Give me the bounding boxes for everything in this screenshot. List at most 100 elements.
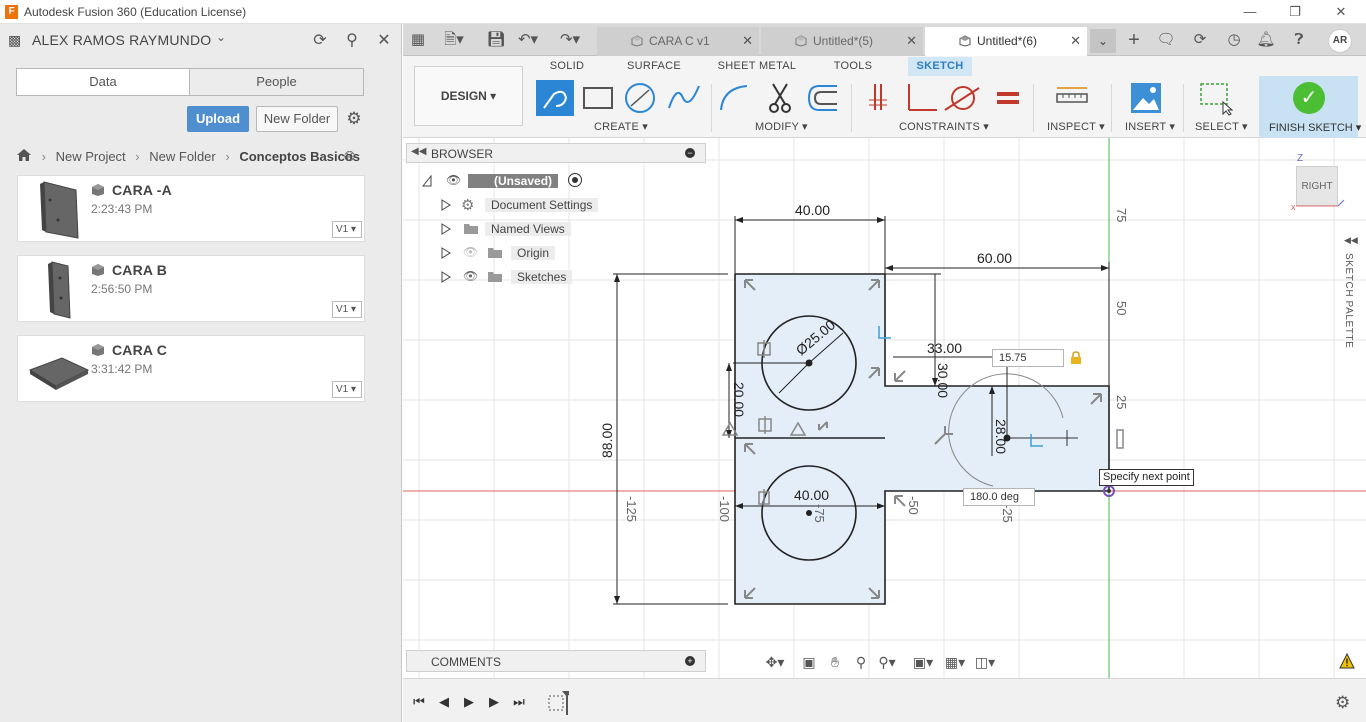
create-menu[interactable]: CREATE ▾ <box>594 120 648 133</box>
home-icon[interactable] <box>16 148 32 165</box>
tab-sheet-metal[interactable]: SHEET METAL <box>715 57 799 76</box>
close-tab-icon[interactable]: ✕ <box>1070 27 1081 55</box>
circle-tool-icon[interactable] <box>621 80 659 116</box>
tab-untitled-6[interactable]: Untitled*(6) ✕ <box>925 27 1087 56</box>
expand-triangle-icon[interactable] <box>441 271 451 283</box>
step-back-icon[interactable]: ◀︎ <box>434 694 454 710</box>
tab-tools[interactable]: TOOLS <box>827 57 879 76</box>
viewports-icon[interactable]: ◫▾ <box>974 652 996 672</box>
expand-triangle-icon[interactable] <box>441 247 451 259</box>
expand-arrows-icon[interactable]: ◀◀ <box>1344 235 1358 246</box>
app-grid-icon[interactable]: ▦ <box>407 29 429 51</box>
tab-cara-c[interactable]: CARA C v1 ✕ <box>597 27 759 56</box>
chevron-down-icon[interactable]: ⌄ <box>216 30 226 44</box>
fillet-tool-icon[interactable] <box>717 80 755 116</box>
select-window-icon[interactable] <box>1197 80 1235 116</box>
measure-ruler-icon[interactable] <box>1053 80 1091 116</box>
eye-icon[interactable]: 👁︎ <box>446 173 461 187</box>
tab-sketch[interactable]: SKETCH <box>908 57 972 76</box>
close-icon[interactable]: ✕ <box>1326 2 1356 22</box>
tab-people[interactable]: People <box>189 68 364 96</box>
tab-solid[interactable]: SOLID <box>543 57 591 76</box>
globe-icon[interactable]: 🌐︎ <box>344 148 355 165</box>
browser-item-origin[interactable]: 👁︎ Origin <box>441 243 601 263</box>
zoom-icon[interactable]: ⚲ <box>850 652 872 672</box>
tab-surface[interactable]: SURFACE <box>621 57 687 76</box>
new-folder-button[interactable]: New Folder <box>256 106 338 132</box>
browser-root[interactable]: 👁︎ (Unsaved) <box>422 171 592 191</box>
clock-icon[interactable]: ◷ <box>1223 29 1245 51</box>
avatar[interactable]: AR <box>1328 29 1352 53</box>
sketch-palette-collapsed[interactable]: ◀◀ SKETCH PALETTE <box>1339 235 1361 435</box>
file-item-cara-c[interactable]: CARA C 3:31:42 PM V1 ▾ <box>17 335 365 402</box>
browser-item-sketches[interactable]: 👁︎ Sketches <box>441 267 601 287</box>
comments-panel-header[interactable]: COMMENTS + <box>406 650 706 672</box>
breadcrumb-item[interactable]: New Folder <box>149 149 215 164</box>
expand-triangle-icon[interactable] <box>441 199 451 211</box>
bell-icon[interactable]: 🔔︎ <box>1255 29 1277 51</box>
finish-sketch-button[interactable]: ✓ FINISH SKETCH ▾ <box>1259 76 1361 138</box>
constraints-menu[interactable]: CONSTRAINTS ▾ <box>899 120 989 133</box>
gear-icon[interactable]: ⚙ <box>343 108 365 130</box>
perpendicular-constraint-icon[interactable] <box>903 80 941 116</box>
activate-radio-icon[interactable] <box>568 173 582 187</box>
save-icon[interactable]: 💾︎ <box>485 29 507 51</box>
inspect-menu[interactable]: INSPECT ▾ <box>1047 120 1105 133</box>
sketch-feature-icon[interactable] <box>547 689 569 715</box>
pan-hand-icon[interactable]: ✋︎ <box>824 652 846 672</box>
file-menu-icon[interactable]: 🗎︎▾ <box>443 29 465 51</box>
insert-menu[interactable]: INSERT ▾ <box>1125 120 1175 133</box>
select-menu[interactable]: SELECT ▾ <box>1195 120 1248 133</box>
offset-tool-icon[interactable] <box>805 80 843 116</box>
minus-icon[interactable]: − <box>685 148 695 158</box>
warning-icon[interactable] <box>1339 653 1355 669</box>
upload-button[interactable]: Upload <box>187 106 249 132</box>
browser-panel-header[interactable]: ◀◀ BROWSER − <box>406 143 706 163</box>
version-select[interactable]: V1 ▾ <box>332 381 362 398</box>
play-icon[interactable]: ▶︎ <box>459 694 479 710</box>
go-to-end-icon[interactable]: ⏭︎ <box>509 694 529 710</box>
close-tab-icon[interactable]: ✕ <box>906 27 917 55</box>
eye-hidden-icon[interactable]: 👁︎ <box>463 245 478 259</box>
comment-icon[interactable]: 🗨︎ <box>1155 29 1177 51</box>
close-tab-icon[interactable]: ✕ <box>742 27 753 55</box>
collapse-arrows-icon[interactable]: ◀◀ <box>411 146 426 157</box>
line-tool-icon[interactable] <box>536 80 574 116</box>
rectangle-tool-icon[interactable] <box>579 80 617 116</box>
angle-input[interactable]: 180.0 deg <box>963 488 1035 506</box>
spline-tool-icon[interactable] <box>665 80 703 116</box>
expand-triangle-icon[interactable] <box>422 175 432 187</box>
browser-item-named-views[interactable]: Named Views <box>441 219 601 239</box>
look-at-icon[interactable]: ▣ <box>798 652 820 672</box>
tangent-constraint-icon[interactable] <box>943 80 981 116</box>
insert-image-icon[interactable] <box>1127 80 1165 116</box>
grid-icon[interactable]: ▦▾ <box>944 652 966 672</box>
equal-constraint-icon[interactable] <box>989 80 1027 116</box>
modify-menu[interactable]: MODIFY ▾ <box>755 120 808 133</box>
plus-icon[interactable]: + <box>685 656 695 666</box>
redo-icon[interactable]: ↷▾ <box>559 29 581 51</box>
lock-icon[interactable] <box>1070 351 1082 364</box>
trim-scissors-icon[interactable] <box>761 80 799 116</box>
chevron-down-icon[interactable]: ⌄ <box>1090 29 1116 53</box>
restore-icon[interactable]: ❐ <box>1280 2 1310 22</box>
user-name[interactable]: ALEX RAMOS RAYMUNDO <box>32 32 211 48</box>
close-panel-icon[interactable]: ✕ <box>373 30 395 52</box>
file-item-cara-b[interactable]: CARA B 2:56:50 PM V1 ▾ <box>17 255 365 322</box>
orbit-move-icon[interactable]: ✥▾ <box>764 652 786 672</box>
file-item-cara-a[interactable]: CARA -A 2:23:43 PM V1 ▾ <box>17 175 365 242</box>
eye-icon[interactable]: 👁︎ <box>463 269 478 283</box>
version-select[interactable]: V1 ▾ <box>332 301 362 318</box>
search-icon[interactable]: ⚲ <box>341 30 363 52</box>
help-icon[interactable]: ❓︎ <box>1288 29 1310 51</box>
expand-triangle-icon[interactable] <box>441 223 451 235</box>
coincident-constraint-icon[interactable] <box>859 80 897 116</box>
browser-item-document-settings[interactable]: ⚙ Document Settings <box>441 195 601 215</box>
refresh-icon[interactable]: ⟳ <box>309 30 331 52</box>
tab-data[interactable]: Data <box>16 68 190 96</box>
display-settings-icon[interactable]: ▣▾ <box>912 652 934 672</box>
step-forward-icon[interactable]: ▶︎ <box>484 694 504 710</box>
timeline-settings-gear-icon[interactable]: ⚙ <box>1335 693 1350 713</box>
version-select[interactable]: V1 ▾ <box>332 221 362 238</box>
fit-zoom-icon[interactable]: ⚲▾ <box>876 652 898 672</box>
